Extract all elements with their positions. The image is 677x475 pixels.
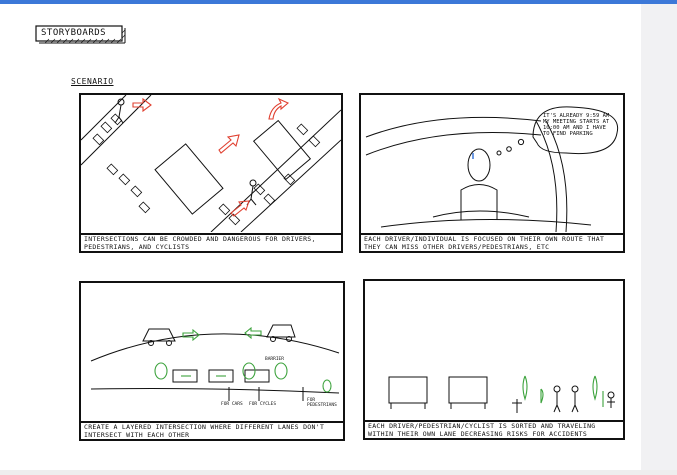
label-barrier: BARRIER: [265, 357, 284, 362]
panel-4-caption: EACH DRIVER/PEDESTRIAN/CYCLIST IS SORTED…: [365, 420, 623, 438]
viewer-margin: [641, 4, 677, 470]
intersection-sketch: [81, 95, 341, 232]
sorted-lanes-sketch: [388, 375, 615, 413]
panel-1-caption: INTERSECTIONS CAN BE CROWDED AND DANGERO…: [81, 233, 341, 251]
panel-1: INTERSECTIONS CAN BE CROWDED AND DANGERO…: [79, 93, 343, 253]
panel-2-caption: EACH DRIVER/INDIVIDUAL IS FOCUSED ON THE…: [361, 233, 623, 251]
panel-3: BARRIER FOR CARS FOR CYCLES FOR PEDESTRI…: [79, 281, 345, 441]
label-for-pedestrians: FOR PEDESTRIANS: [307, 398, 337, 408]
panel-3-caption: CREATE A LAYERED INTERSECTION WHERE DIFF…: [81, 421, 343, 439]
label-for-cars: FOR CARS: [221, 402, 243, 407]
thought-bubble: IT'S ALREADY 9:59 AM MY MEETING STARTS A…: [543, 113, 610, 137]
viewer-bottom-margin: [0, 470, 677, 475]
label-for-cycles: FOR CYCLES: [249, 402, 277, 407]
layered-intersection-sketch: [90, 324, 340, 401]
panel-4: EACH DRIVER/PEDESTRIAN/CYCLIST IS SORTED…: [363, 279, 625, 440]
scenario-label: SCENARIO: [71, 77, 114, 86]
storyboard-title: STORYBOARDS: [41, 28, 107, 38]
title-box: STORYBOARDS: [35, 25, 126, 44]
panel-2: IT'S ALREADY 9:59 AM MY MEETING STARTS A…: [359, 93, 625, 253]
